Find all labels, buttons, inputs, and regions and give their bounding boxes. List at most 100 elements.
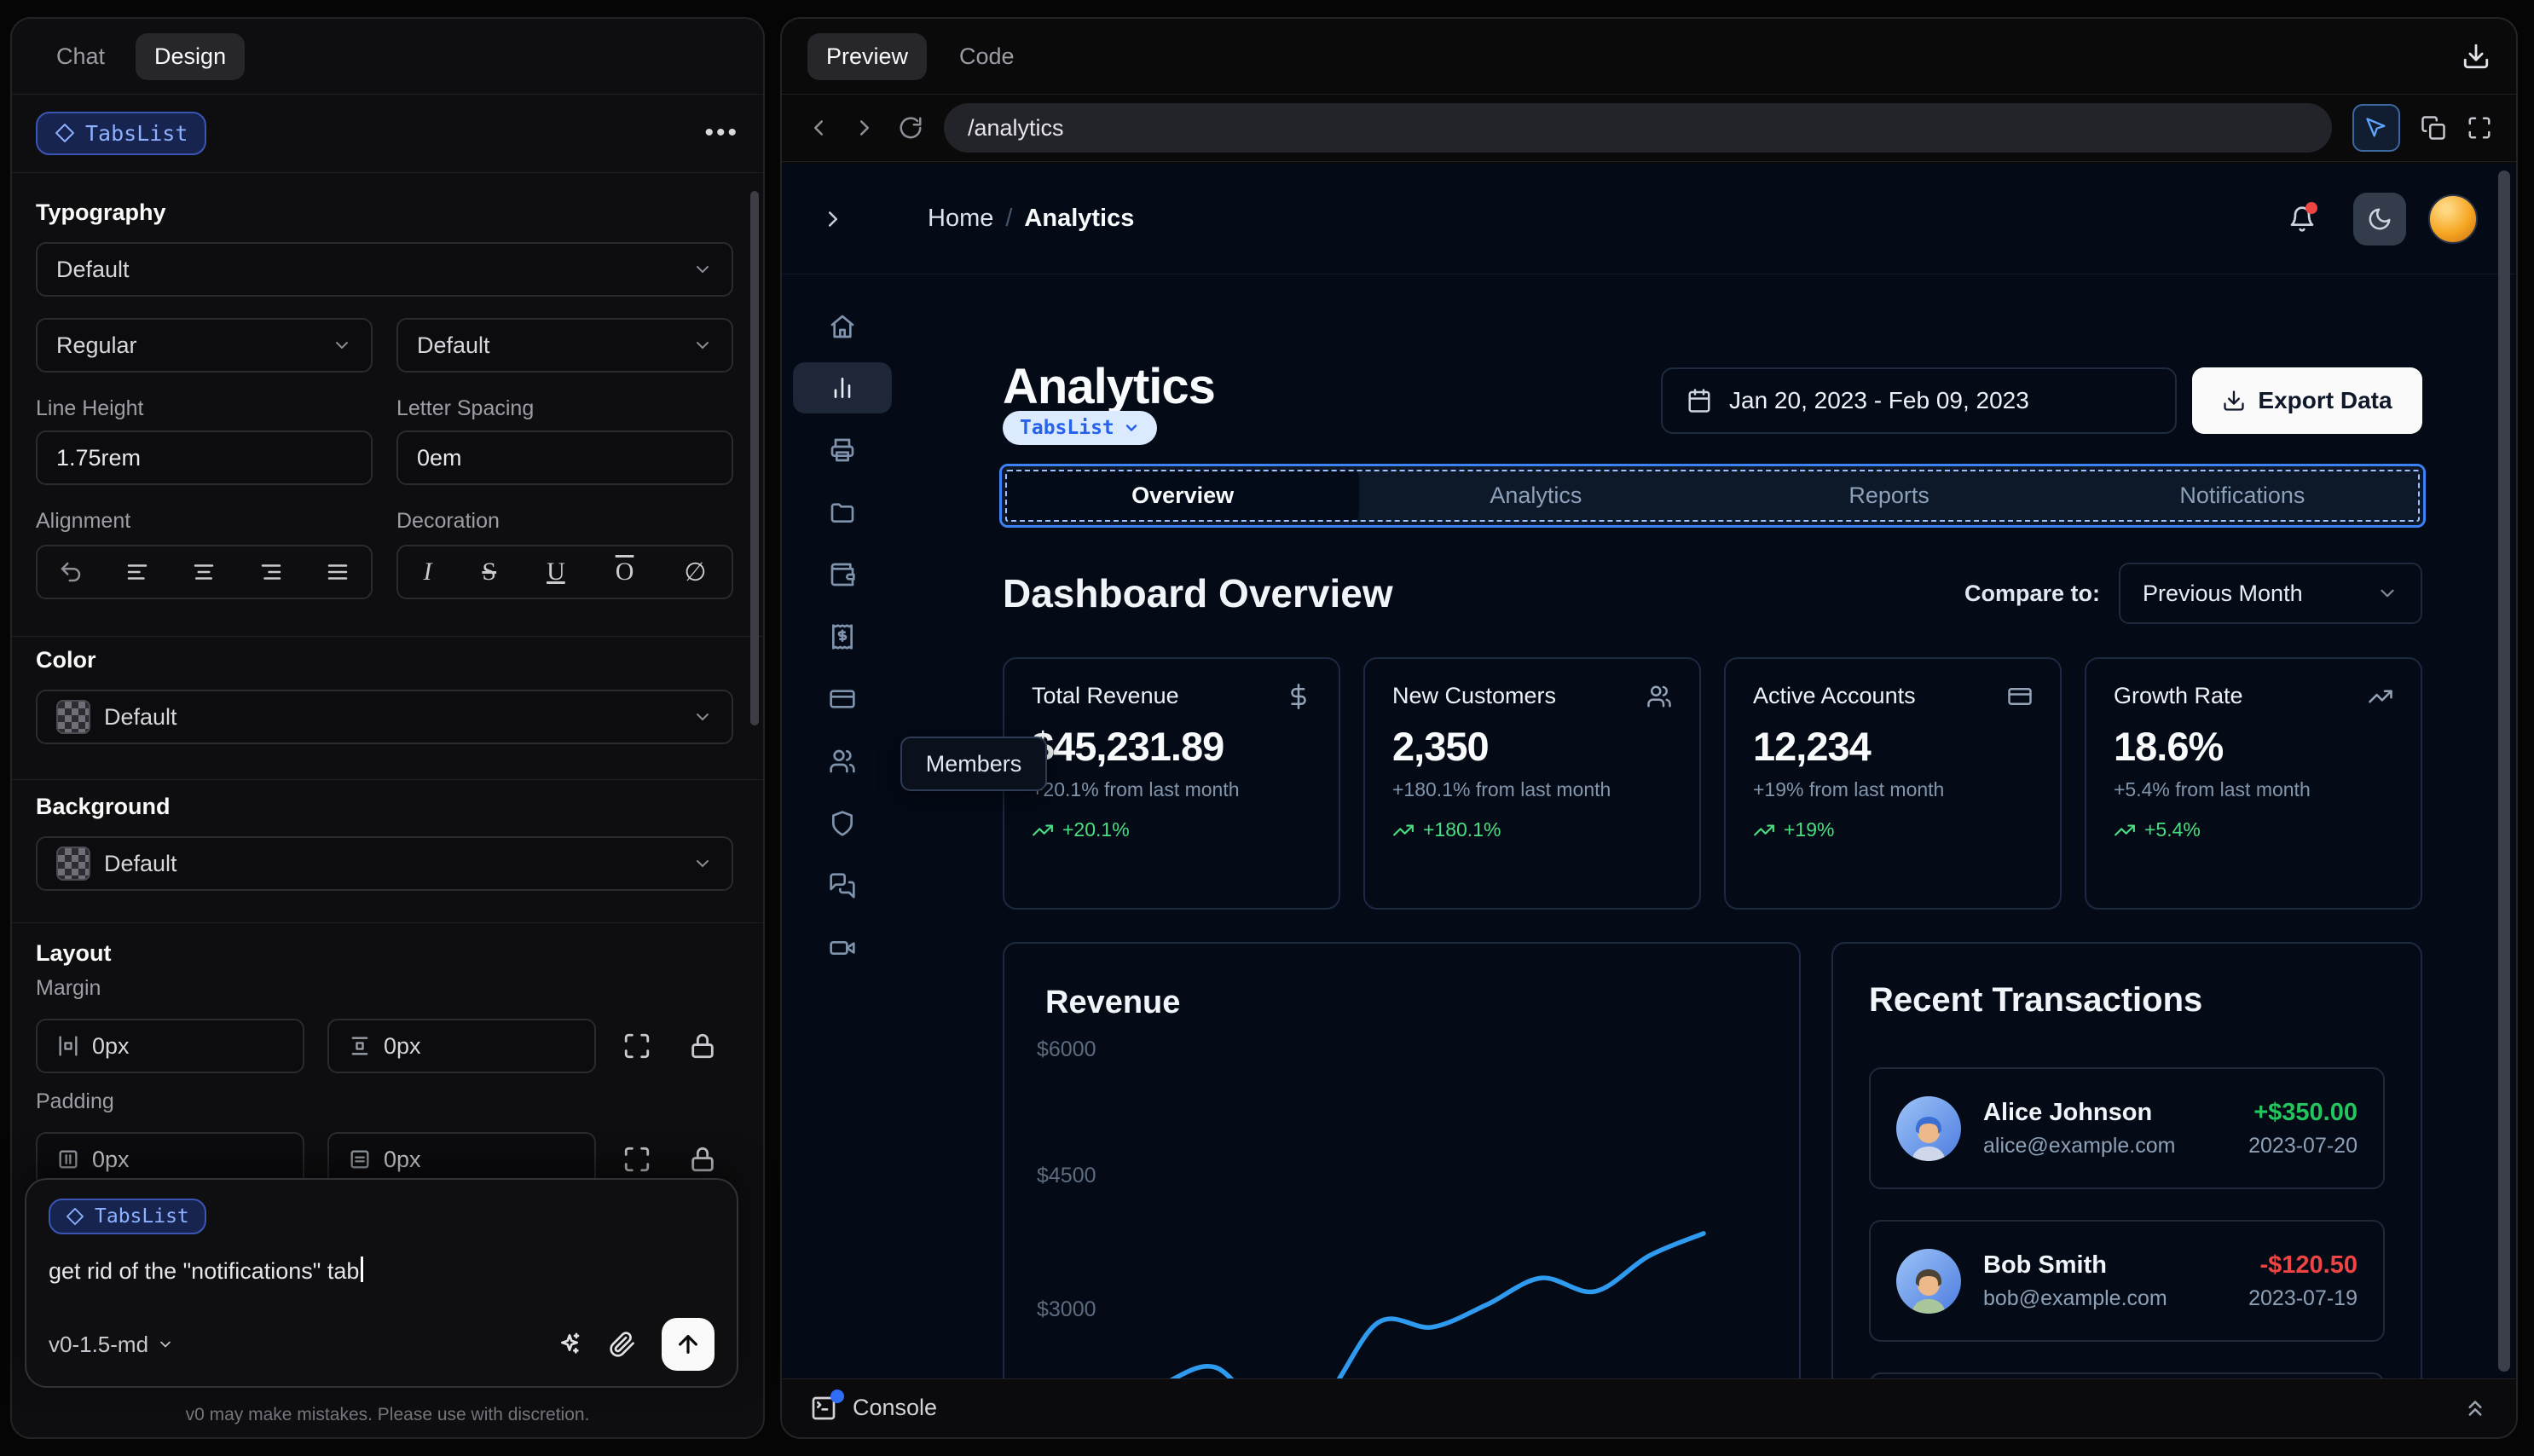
revenue-chart-card: Revenue $6000 $4500 $3000 <box>1003 942 1801 1378</box>
chevron-down-icon <box>697 342 709 349</box>
color-select[interactable]: Default <box>36 690 733 744</box>
sidebar-toggle-icon[interactable] <box>820 206 846 232</box>
rail-home-icon[interactable] <box>793 295 892 357</box>
transaction-row[interactable] <box>1869 1372 2385 1378</box>
typography-heading: Typography <box>36 199 166 225</box>
composer-context-chip[interactable]: TabsList <box>49 1199 206 1234</box>
export-data-button[interactable]: Export Data <box>2192 367 2422 434</box>
selected-element-chip[interactable]: TabsList <box>36 111 207 155</box>
alignment-group <box>36 545 373 599</box>
overline-icon[interactable]: O <box>616 558 634 586</box>
tab-code[interactable]: Code <box>940 33 1033 80</box>
user-avatar[interactable] <box>2428 194 2478 244</box>
color-heading: Color <box>36 647 96 673</box>
sidebar-tabbar: Chat Design <box>12 19 763 94</box>
sidebar-scrollbar[interactable] <box>750 191 759 725</box>
tab-reports[interactable]: Reports <box>1713 471 2066 521</box>
transaction-amount: +$350.00 <box>2253 1098 2358 1126</box>
font-size-select[interactable]: Default <box>396 318 733 373</box>
composer-toolbar: v0-1.5-md <box>49 1318 714 1371</box>
chevrons-up-icon[interactable] <box>2462 1395 2488 1421</box>
letter-spacing-input[interactable]: 0em <box>396 430 733 485</box>
composer-input[interactable]: get rid of the "notifications" tab <box>49 1257 714 1285</box>
margin-lock-icon[interactable] <box>688 1031 717 1060</box>
sparkles-icon[interactable] <box>556 1331 583 1358</box>
tabs-list: Overview Analytics Reports Notifications <box>1002 466 2423 525</box>
copy-icon[interactable] <box>2421 115 2446 141</box>
align-justify-icon[interactable] <box>325 559 350 585</box>
preview-tabbar: Preview Code <box>782 19 2516 94</box>
rail-analytics-icon[interactable] <box>793 362 892 413</box>
transaction-row[interactable]: Alice Johnson alice@example.com +$350.00… <box>1869 1067 2385 1189</box>
rail-messages-icon[interactable] <box>793 854 892 916</box>
design-sidebar: Chat Design TabsList ••• Typography Defa… <box>10 17 765 1439</box>
url-input[interactable]: /analytics <box>944 103 2332 153</box>
line-height-input[interactable]: 1.75rem <box>36 430 373 485</box>
tab-analytics[interactable]: Analytics <box>1359 471 1712 521</box>
compare-select[interactable]: Previous Month <box>2119 563 2422 624</box>
divider <box>12 922 763 923</box>
tab-chat[interactable]: Chat <box>38 33 124 80</box>
rail-video-icon[interactable] <box>793 916 892 979</box>
transaction-email: alice@example.com <box>1983 1133 2176 1158</box>
chevron-down-icon <box>697 266 709 273</box>
rail-security-icon[interactable] <box>793 792 892 854</box>
more-menu-button[interactable]: ••• <box>704 118 739 147</box>
selection-label-chip[interactable]: TabsList <box>1003 411 1157 445</box>
rail-members-icon[interactable] <box>793 730 892 792</box>
breadcrumb-home[interactable]: Home <box>928 205 993 233</box>
background-select[interactable]: Default <box>36 836 733 891</box>
stat-card-total-revenue: Total Revenue $45,231.89 +20.1% from las… <box>1003 657 1340 910</box>
strikethrough-icon[interactable]: S <box>482 558 496 586</box>
date-range-picker[interactable]: Jan 20, 2023 - Feb 09, 2023 <box>1661 367 2177 434</box>
forward-icon[interactable] <box>852 115 877 141</box>
margin-y-input[interactable]: 0px <box>327 1019 596 1073</box>
rail-printer-icon[interactable] <box>793 419 892 481</box>
padding-horizontal-icon <box>59 1150 78 1169</box>
stat-card-growth-rate: Growth Rate 18.6% +5.4% from last month … <box>2085 657 2422 910</box>
margin-expand-icon[interactable] <box>622 1031 651 1060</box>
app-content: Analytics TabsList Jan 20, 2023 - Feb 09… <box>999 164 2426 1378</box>
send-button[interactable] <box>662 1318 714 1371</box>
rail-folder-icon[interactable] <box>793 481 892 543</box>
divider <box>12 779 763 780</box>
refresh-icon[interactable] <box>898 115 923 141</box>
rail-wallet-icon[interactable] <box>793 543 892 605</box>
margin-x-input[interactable]: 0px <box>36 1019 304 1073</box>
rail-credit-card-icon[interactable] <box>793 667 892 730</box>
paperclip-icon[interactable] <box>609 1331 636 1358</box>
align-left-icon[interactable] <box>124 559 150 585</box>
inspect-pointer-button[interactable] <box>2352 104 2400 152</box>
tab-design[interactable]: Design <box>136 32 246 80</box>
members-tooltip: Members <box>900 737 1047 791</box>
align-center-icon[interactable] <box>191 559 217 585</box>
underline-icon[interactable]: U <box>547 558 565 586</box>
section-title: Dashboard Overview <box>1003 571 1393 615</box>
padding-lock-icon[interactable] <box>688 1145 717 1174</box>
preview-scrollbar[interactable] <box>2498 170 2510 1372</box>
padding-expand-icon[interactable] <box>622 1145 651 1174</box>
stat-card-active-accounts: Active Accounts 12,234 +19% from last mo… <box>1724 657 2062 910</box>
italic-icon[interactable]: I <box>423 558 431 586</box>
align-right-icon[interactable] <box>258 559 284 585</box>
tab-preview[interactable]: Preview <box>807 32 928 80</box>
model-selector[interactable]: v0-1.5-md <box>49 1332 174 1358</box>
disclaimer-text: v0 may make mistakes. Please use with di… <box>185 1405 590 1424</box>
chat-composer[interactable]: TabsList get rid of the "notifications" … <box>25 1178 738 1388</box>
stat-card-new-customers: New Customers 2,350 +180.1% from last mo… <box>1363 657 1701 910</box>
tab-overview[interactable]: Overview <box>1006 471 1360 521</box>
trending-up-icon <box>1393 824 1414 835</box>
rail-receipt-icon[interactable] <box>793 605 892 667</box>
no-decoration-icon[interactable]: ∅ <box>684 558 706 587</box>
download-icon[interactable] <box>2462 42 2491 71</box>
font-family-select[interactable]: Default <box>36 242 733 297</box>
undo-icon[interactable] <box>58 559 84 585</box>
trending-up-icon <box>2369 690 2392 702</box>
transaction-row[interactable]: Bob Smith bob@example.com -$120.50 2023-… <box>1869 1220 2385 1342</box>
fullscreen-icon[interactable] <box>2467 115 2492 141</box>
font-weight-select[interactable]: Regular <box>36 318 373 373</box>
tab-notifications[interactable]: Notifications <box>2066 471 2419 521</box>
back-icon[interactable] <box>806 115 831 141</box>
console-bar[interactable]: Console <box>783 1378 2515 1436</box>
browser-toolbar: /analytics <box>782 94 2516 162</box>
